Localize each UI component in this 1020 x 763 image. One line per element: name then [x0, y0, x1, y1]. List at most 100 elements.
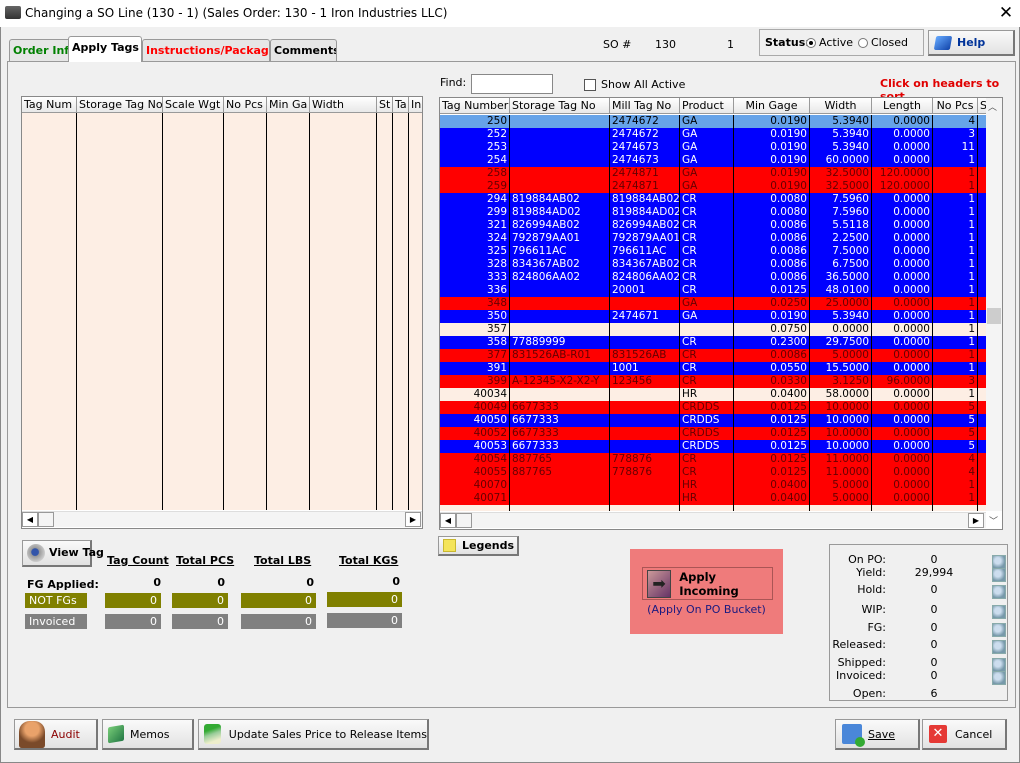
memos-button[interactable]: Memos — [102, 719, 194, 750]
tag-row[interactable]: 40054887765778876CR0.012511.00000.000048 — [440, 453, 986, 466]
applied-tags-hscroll[interactable]: ◀ ▶ — [22, 511, 422, 527]
tag-row[interactable]: 399 A-12345-X2-X2-Y 123456 CR 0.0330 3.1250 96… — [440, 375, 986, 388]
tag-row[interactable]: 400506677333 CRDDS0.012510.00000.000057 — [440, 414, 986, 427]
tag-row[interactable]: 40034 HR0.040058.00000.0000130 — [440, 388, 986, 401]
magnifier-icon[interactable] — [992, 623, 1006, 637]
tag-row[interactable]: 294 819884AB02 819884AB02 CR 0.0080 7.5960 0.0… — [440, 193, 986, 206]
scroll-thumb[interactable] — [38, 512, 54, 527]
tag-row[interactable]: 324 792879AA01 792879AA01 CR 0.0086 2.2500 0.0… — [440, 232, 986, 245]
available-tags-hscroll[interactable]: ◀ ▶ — [440, 512, 986, 528]
tag-cell — [610, 297, 680, 310]
tag-row[interactable]: 259 2474871GA0.019032.5000120.0000113 — [440, 180, 986, 193]
tag-cell: 60.0000 — [810, 154, 872, 167]
vscroll-thumb[interactable] — [987, 308, 1001, 324]
grid-column-line — [733, 115, 734, 511]
tag-row[interactable]: 299 819884AD02 819884AD02 CR 0.0080 7.5960 0.0… — [440, 206, 986, 219]
tag-cell: 0.0000 — [872, 141, 933, 154]
tag-row[interactable]: 400536677333 CRDDS0.012510.00000.000057 — [440, 440, 986, 453]
scroll-down-arrow-icon[interactable]: ﹀ — [989, 514, 998, 527]
tag-row[interactable]: 252 2474672GA0.01905.39400.000034 — [440, 128, 986, 141]
tag-row[interactable]: 35877889999 CR0.230029.75000.0000140 — [440, 336, 986, 349]
tag-row[interactable]: 336 20001CR0.012548.01000.0000125 — [440, 284, 986, 297]
scroll-up-arrow-icon[interactable]: ︿ — [988, 100, 997, 113]
tag-row[interactable]: 250 2474672GA0.01905.39400.000047 — [440, 115, 986, 128]
tag-row[interactable]: 328 834367AB02 834367AB02 CR 0.0086 6.7500 0.0… — [440, 258, 986, 271]
tag-row[interactable]: 333 824806AA02 824806AA02 CR 0.0086 36.5000 0.… — [440, 271, 986, 284]
scroll-left-arrow-icon[interactable]: ◀ — [440, 513, 456, 528]
scroll-thumb[interactable] — [456, 513, 472, 528]
apply-incoming-button[interactable]: ➡ Apply Incoming — [642, 567, 773, 600]
save-button[interactable]: Save — [835, 719, 920, 750]
tag-row[interactable]: 400496677333 CRDDS0.012510.00000.000057 — [440, 401, 986, 414]
left-grid-header-cell[interactable]: Width — [310, 97, 377, 113]
tag-count-header[interactable]: Tag Count — [107, 554, 169, 567]
help-button[interactable]: Help — [928, 30, 1015, 56]
legends-button[interactable]: Legends — [438, 536, 519, 556]
tag-cell: CR — [680, 219, 734, 232]
magnifier-icon[interactable] — [992, 605, 1006, 619]
total-lbs-header[interactable]: Total LBS — [254, 554, 311, 567]
left-grid-header-cell[interactable]: Tag Num — [22, 97, 77, 113]
status-active-radio[interactable]: Active — [806, 36, 853, 49]
magnifier-icon[interactable] — [992, 671, 1006, 685]
tab-order-info[interactable]: Order Info — [9, 39, 71, 61]
right-grid-header-cell[interactable]: Product — [680, 98, 734, 114]
magnifier-icon[interactable] — [992, 640, 1006, 654]
tag-row[interactable]: 391 1001CR0.055015.50000.000018 — [440, 362, 986, 375]
tag-row[interactable]: 2542474673GA0.019060.00000.0000111 — [440, 154, 986, 167]
right-grid-header-cell[interactable]: Width — [810, 98, 872, 114]
tag-row[interactable]: 40070 HR0.04005.00000.000012 — [440, 479, 986, 492]
tag-row[interactable]: 253 2474673GA0.01905.39400.0000117 — [440, 141, 986, 154]
scroll-left-arrow-icon[interactable]: ◀ — [22, 512, 38, 527]
tag-row[interactable]: 350 2474671 GA 0.0190 5.3940 0.0000 1 — [440, 310, 986, 323]
tab-instructions-packaging[interactable]: Instructions/Packaging — [142, 39, 270, 61]
tag-row[interactable]: 321 826994AB02 826994AB02 CR 0.0086 5.5118 0.0… — [440, 219, 986, 232]
tag-row[interactable]: 400526677333 CRDDS0.012510.00000.000057 — [440, 427, 986, 440]
scroll-right-arrow-icon[interactable]: ▶ — [405, 512, 421, 527]
tag-cell: 1 — [933, 362, 978, 375]
left-grid-header-cell[interactable]: Storage Tag No — [77, 97, 163, 113]
left-grid-header-cell[interactable]: Min Ga — [267, 97, 310, 113]
close-icon[interactable]: ✕ — [996, 3, 1016, 23]
grid-column-line — [266, 113, 267, 510]
tab-comments[interactable]: Comments — [270, 39, 337, 61]
left-grid-header-cell[interactable]: Scale Wgt — [163, 97, 224, 113]
status-active-label: Active — [819, 36, 854, 49]
left-grid-header-cell[interactable]: Ta — [393, 97, 409, 113]
update-sales-price-button[interactable]: Update Sales Price to Release Items — [198, 719, 429, 750]
total-pcs-header[interactable]: Total PCS — [176, 554, 234, 567]
find-input[interactable] — [471, 74, 553, 94]
tag-row[interactable]: 258 2474871GA0.019032.5000120.0000113 — [440, 167, 986, 180]
right-grid-header-cell[interactable]: No Pcs — [933, 98, 978, 114]
magnifier-icon[interactable] — [992, 585, 1006, 599]
cancel-button[interactable]: ✕ Cancel — [922, 719, 1007, 750]
left-grid-header-cell[interactable]: No Pcs — [224, 97, 267, 113]
magnifier-icon[interactable] — [992, 568, 1006, 582]
magnifier-icon[interactable] — [992, 555, 1006, 569]
tag-row[interactable]: 40071HR0.04005.00000.000011 — [440, 492, 986, 505]
tag-cell: 819884AB02 — [510, 193, 610, 206]
view-tag-button[interactable]: View Tag — [22, 540, 104, 567]
right-grid-header-cell[interactable]: Length — [872, 98, 933, 114]
right-grid-header-cell[interactable]: Mill Tag No — [610, 98, 680, 114]
right-grid-header-cell[interactable]: Storage Tag No — [510, 98, 610, 114]
right-grid-header-cell[interactable]: Min Gage — [734, 98, 810, 114]
left-grid-header-cell[interactable]: St — [377, 97, 393, 113]
left-grid-header-cell[interactable]: In — [409, 97, 422, 113]
tag-cell: 1 — [933, 154, 978, 167]
scroll-right-arrow-icon[interactable]: ▶ — [968, 513, 984, 528]
apply-incoming-sublabel: (Apply On PO Bucket) — [647, 603, 766, 616]
total-kgs-header[interactable]: Total KGS — [339, 554, 398, 567]
tag-row[interactable]: 377 831526AB-R01 831526AB CR 0.0086 5.0000 0.0… — [440, 349, 986, 362]
right-grid-header-cell[interactable]: Tag Number — [440, 98, 510, 114]
tag-row[interactable]: 348 GA0.025025.00000.000013 — [440, 297, 986, 310]
tag-row[interactable]: 357 0.0750 0.0000 0.0000 1 — [440, 323, 986, 336]
tab-apply-tags[interactable]: Apply Tags — [68, 36, 142, 62]
audit-button[interactable]: Audit — [14, 719, 98, 750]
status-closed-radio[interactable]: Closed — [858, 36, 908, 49]
tag-row[interactable]: 40055887765778876CR0.012511.00000.000048 — [440, 466, 986, 479]
available-tags-vscroll[interactable]: ︿ — [986, 98, 1002, 511]
tag-row[interactable]: 325 796611AC 796611AC CR 0.0086 7.5000 0.0000 1… — [440, 245, 986, 258]
show-all-active-checkbox[interactable]: Show All Active — [584, 78, 685, 91]
magnifier-icon[interactable] — [992, 658, 1006, 672]
